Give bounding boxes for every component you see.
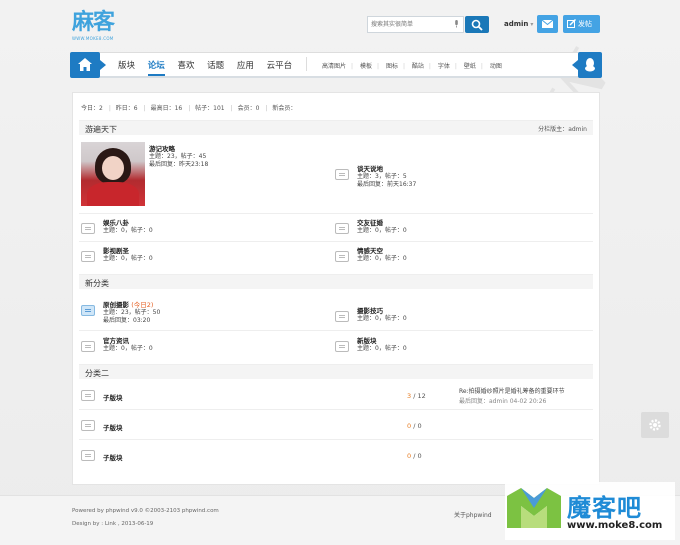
forum-stats: 主题：0，帖子：0 [103, 255, 153, 262]
footer-design: Design by : Link , 2013-06-19 [72, 521, 154, 527]
forum-icon [81, 420, 95, 431]
subnav-item-templates[interactable]: 模板 [360, 61, 372, 70]
stat-yesterday: 昨日：6 [115, 105, 138, 112]
subnav-item-cool-sites[interactable]: 酷站 [412, 61, 424, 70]
forum-new-posts-icon [81, 305, 95, 316]
search-button[interactable] [465, 16, 489, 33]
forum-name[interactable]: 子版块 [103, 452, 123, 462]
category-title[interactable]: 新分类 [85, 278, 109, 289]
forum-stats: 主题：0，帖子：0 [357, 255, 407, 262]
forum-icon [335, 169, 349, 180]
home-button[interactable] [70, 52, 106, 78]
forum-name[interactable]: 子版块 [103, 392, 123, 402]
divider [79, 330, 593, 331]
stat-new-member: 新会员： [272, 105, 297, 112]
search-input[interactable] [368, 17, 448, 32]
user-menu[interactable]: admin ▾ [504, 20, 533, 28]
new-post-button[interactable]: 发帖 [563, 15, 600, 33]
search-icon [471, 19, 483, 31]
last-post-title[interactable]: Re:拍摄婚纱照片是婚礼筹备的重要环节 [459, 386, 565, 395]
forum-icon [335, 341, 349, 352]
username: admin [504, 20, 529, 28]
footer-about-link[interactable]: 关于phpwind [454, 510, 492, 519]
forum-icon [335, 223, 349, 234]
edit-icon [567, 19, 576, 28]
microphone-icon[interactable] [454, 20, 459, 28]
search-box [367, 16, 464, 33]
forum-stats: 主题：0，帖子：0 [357, 345, 407, 352]
stat-max-day: 最高日：16 [150, 105, 183, 112]
brand-watermark: 魔客吧 www.moke8.com [505, 482, 675, 540]
category-moderator: 分栏版主：admin [538, 126, 587, 133]
logo-text: 麻客 [72, 10, 115, 35]
forum-icon [335, 311, 349, 322]
forum-icon [81, 450, 95, 461]
home-icon [78, 58, 92, 71]
topic-post-count: 0 / 0 [407, 452, 422, 460]
stat-today: 今日：2 [81, 105, 103, 112]
category-header: 游遍天下 分栏版主：admin [79, 120, 593, 135]
nav-item-huati[interactable]: 话题 [207, 59, 224, 71]
secondary-nav: 高清图片 | 模板 | 图标 | 酷站 | 字体 | 壁纸 | 动图 [322, 61, 502, 70]
brand-logo-icon [507, 488, 561, 528]
stat-members: 会员：0 [237, 105, 260, 112]
forum-stats: 今日：2 | 昨日：6 | 最高日：16 | 帖子：101 | 会员：0 | 新会员： [81, 105, 297, 112]
category-title[interactable]: 分类二 [85, 368, 109, 379]
brand-name: 魔客吧 [567, 494, 642, 522]
subnav-item-hd-images[interactable]: 高清图片 [322, 61, 346, 70]
forum-stats: 主题：0，帖子：0 [103, 345, 153, 352]
forum-name[interactable]: 子版块 [103, 422, 123, 432]
forum-last-reply: 最后回复：昨天23:18 [149, 161, 209, 168]
forum-icon [81, 390, 95, 401]
forum-icon [335, 251, 349, 262]
divider [79, 213, 593, 214]
new-post-label: 发帖 [578, 20, 592, 28]
nav-item-yingyong[interactable]: 应用 [237, 59, 254, 71]
moderator-link[interactable]: admin [568, 126, 587, 133]
forum-cover-photo[interactable] [81, 142, 145, 206]
stat-posts: 帖子：101 [195, 105, 225, 112]
divider [79, 439, 593, 440]
nav-item-xihuan[interactable]: 喜欢 [177, 59, 194, 71]
topic-post-count: 3 / 12 [407, 392, 426, 400]
category-header: 新分类 [79, 274, 593, 289]
nav-item-bankuai[interactable]: 版块 [118, 59, 135, 71]
settings-button[interactable] [641, 412, 669, 438]
primary-nav: 版块 论坛 喜欢 话题 应用 云平台 [118, 59, 302, 76]
forum-icon [81, 341, 95, 352]
forum-stats: 主题：0，帖子：0 [357, 227, 407, 234]
nav-item-yunpingtai[interactable]: 云平台 [267, 59, 293, 71]
footer-powered: Powered by phpwind v9.0 ©2003-2103 phpwi… [72, 508, 219, 514]
qq-button[interactable] [572, 52, 602, 78]
subnav-item-wallpapers[interactable]: 壁纸 [464, 61, 476, 70]
qq-penguin-icon [585, 58, 595, 72]
forum-stats: 主题：0，帖子：0 [103, 227, 153, 234]
subnav-item-fonts[interactable]: 字体 [438, 61, 450, 70]
message-button[interactable] [537, 15, 558, 33]
category-title[interactable]: 游遍天下 [85, 124, 117, 135]
mail-icon [542, 20, 553, 28]
forum-icon [81, 251, 95, 262]
forum-last-reply: 最后回复：前天16:37 [357, 181, 417, 188]
topic-post-count: 0 / 0 [407, 422, 422, 430]
divider [79, 409, 593, 410]
gear-icon [649, 419, 661, 431]
brand-url: www.moke8.com [567, 520, 663, 531]
forum-stats: 主题：0，帖子：0 [357, 315, 407, 322]
logo-subtext: WWW.MOKE8.COM [72, 36, 114, 41]
last-post-info: 最后回复：admin 04-02 20:26 [459, 398, 547, 405]
forum-last-reply: 最后回复：03:20 [103, 317, 151, 324]
chevron-down-icon: ▾ [530, 21, 534, 28]
subnav-item-animations[interactable]: 动图 [490, 61, 502, 70]
nav-divider [306, 57, 307, 71]
forum-icon [81, 223, 95, 234]
nav-item-luntan[interactable]: 论坛 [147, 59, 165, 76]
subnav-item-icons[interactable]: 图标 [386, 61, 398, 70]
category-header: 分类二 [79, 364, 593, 379]
site-logo[interactable]: 麻客 WWW.MOKE8.COM [72, 12, 140, 46]
divider [79, 241, 593, 242]
forum-panel: 今日：2 | 昨日：6 | 最高日：16 | 帖子：101 | 会员：0 | 新会员： 游… [72, 92, 600, 485]
